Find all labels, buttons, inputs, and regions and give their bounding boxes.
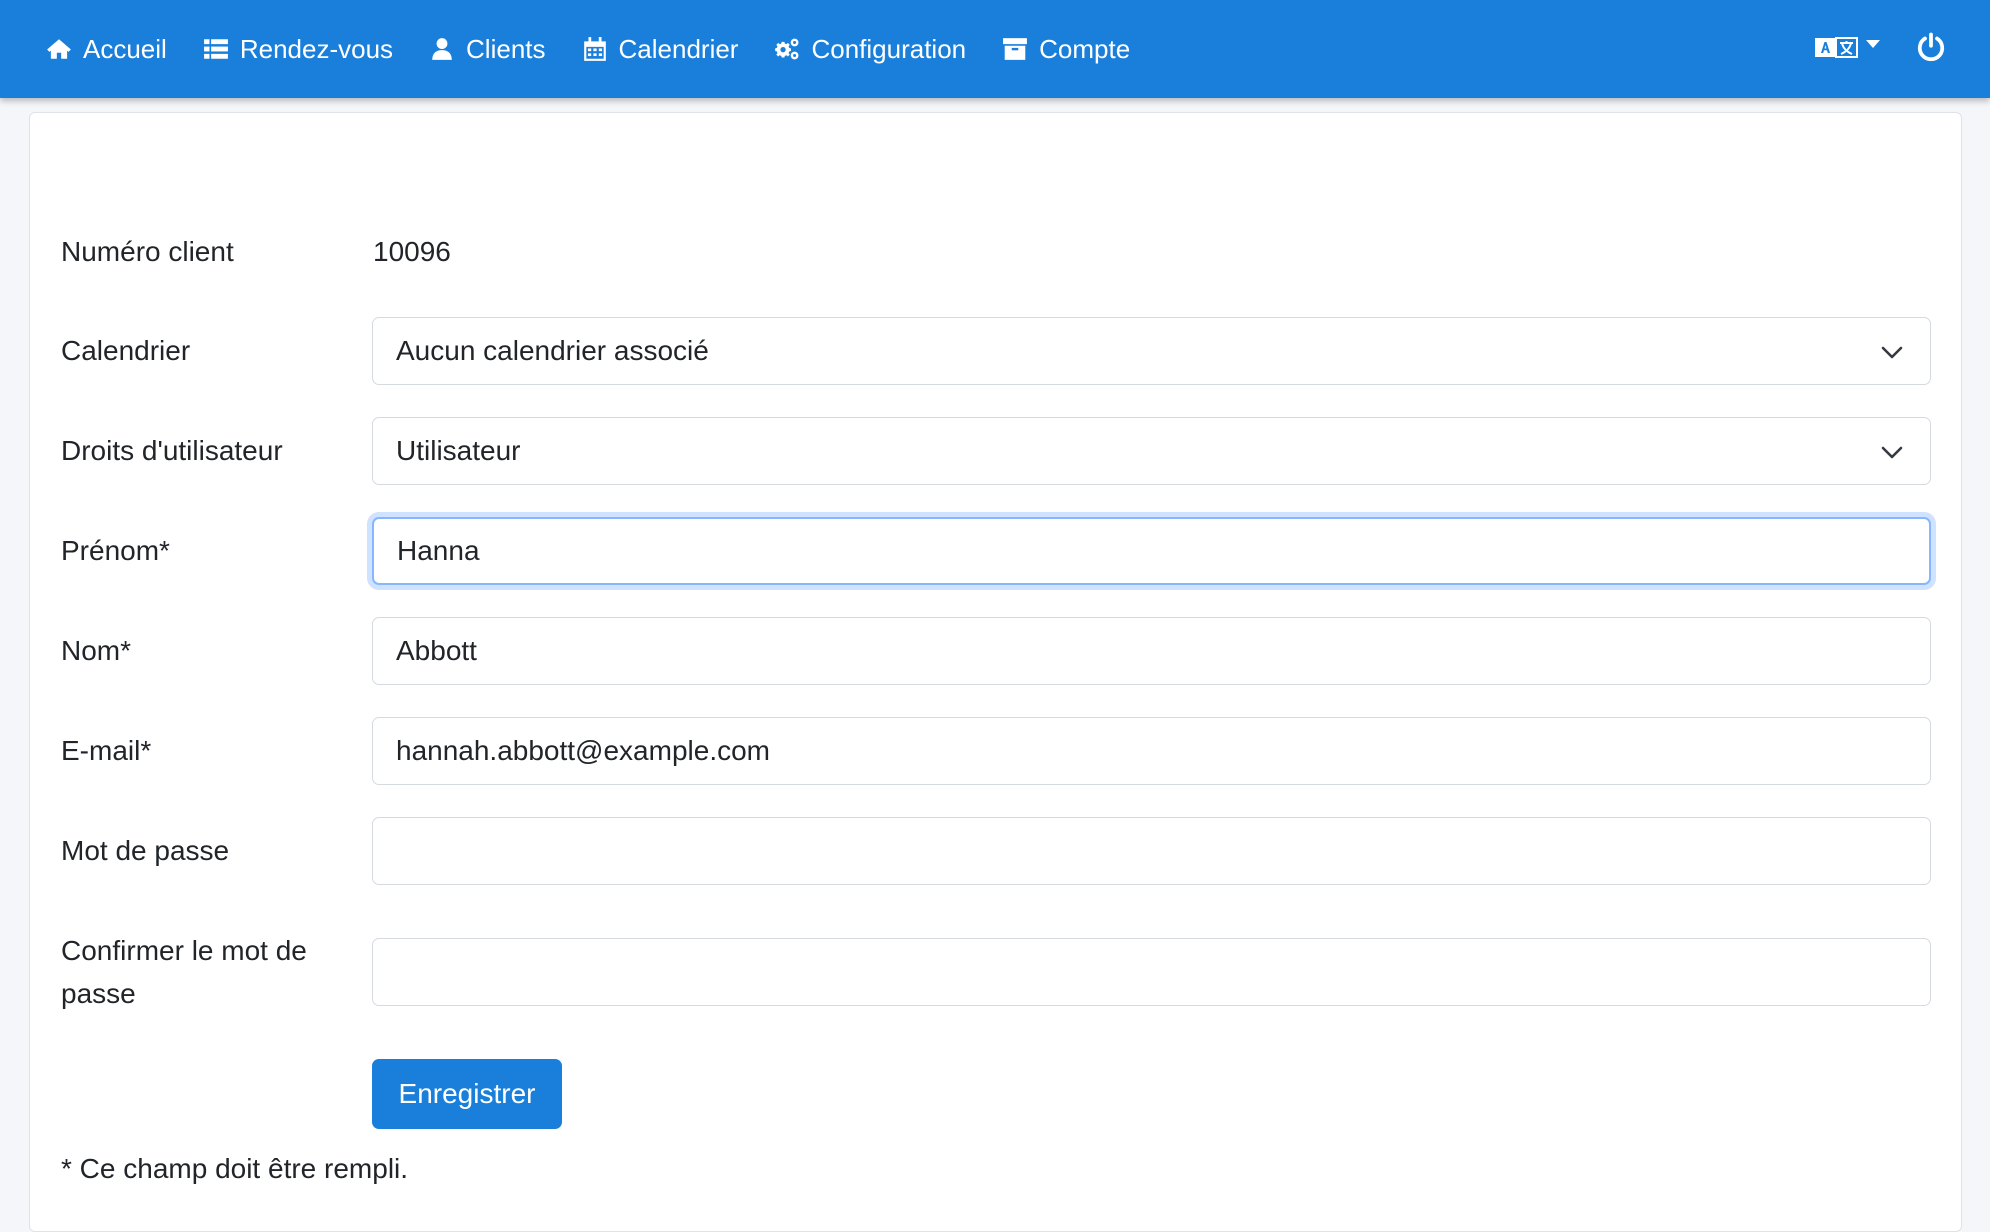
nav-right-actions (1814, 0, 1946, 98)
password-input[interactable] (372, 817, 1931, 885)
confirm-password-label-line1: Confirmer le mot de (61, 935, 307, 966)
nav-item-label: Accueil (83, 33, 167, 64)
nav-item-label: Configuration (811, 33, 967, 64)
chevron-down-icon (1880, 439, 1904, 463)
list-icon (201, 34, 231, 64)
nav-item-calendrier[interactable]: Calendrier (580, 33, 739, 65)
nav-item-compte[interactable]: Compte (1000, 34, 1130, 65)
calendar-select-value: Aucun calendrier associé (396, 335, 709, 366)
nav-menu: Accueil Rendez-vous Clients Calendrier C… (44, 0, 1164, 98)
calendar-icon (580, 34, 610, 64)
last-name-input-value: Abbott (396, 635, 477, 666)
nav-item-label: Clients (466, 33, 546, 64)
nav-item-label: Rendez-vous (239, 33, 394, 64)
last-name-label: Nom* (61, 635, 132, 666)
nav-item-label: Compte (1039, 33, 1131, 64)
save-button[interactable]: Enregistrer (372, 1059, 562, 1129)
home-icon (44, 34, 74, 64)
archive-icon (1000, 34, 1030, 64)
power-icon (1916, 32, 1946, 66)
calendar-select[interactable]: Aucun calendrier associé (372, 317, 1931, 385)
nav-item-configuration[interactable]: Configuration (772, 34, 966, 65)
calendar-label: Calendrier (61, 335, 191, 366)
first-name-label: Prénom* (61, 535, 170, 566)
nav-item-label: Calendrier (618, 33, 739, 64)
user-rights-select[interactable]: Utilisateur (372, 417, 1931, 485)
user-rights-label: Droits d'utilisateur (61, 435, 283, 466)
nav-item-clients[interactable]: Clients (427, 33, 546, 65)
first-name-input-value: Hanna (397, 535, 480, 566)
confirm-password-label-line2: passe (61, 978, 136, 1009)
confirm-password-input[interactable] (372, 938, 1931, 1006)
language-dropdown[interactable] (1814, 33, 1880, 66)
language-icon (1814, 33, 1858, 66)
logout-button[interactable] (1916, 32, 1946, 67)
chevron-down-icon (1866, 40, 1880, 48)
top-navbar: Accueil Rendez-vous Clients Calendrier C… (0, 0, 1990, 98)
cogs-icon (772, 34, 802, 64)
email-label: E-mail* (61, 735, 152, 766)
user-icon (427, 34, 457, 64)
client-number-value: 10096 (373, 236, 451, 267)
first-name-input[interactable]: Hanna (372, 517, 1931, 585)
nav-item-rendez-vous[interactable]: Rendez-vous (201, 34, 393, 65)
user-rights-select-value: Utilisateur (396, 435, 521, 466)
nav-item-accueil[interactable]: Accueil (44, 34, 167, 65)
client-number-label: Numéro client (61, 236, 234, 267)
last-name-input[interactable]: Abbott (372, 617, 1931, 685)
required-field-note: * Ce champ doit être rempli. (61, 1153, 409, 1184)
email-input[interactable]: hannah.abbott@example.com (372, 717, 1931, 785)
email-input-value: hannah.abbott@example.com (396, 735, 770, 766)
chevron-down-icon (1880, 339, 1904, 363)
password-label: Mot de passe (61, 835, 230, 866)
user-form-card: Numéro client 10096 Calendrier Aucun cal… (29, 112, 1962, 1232)
confirm-password-label: Confirmer le mot de passe (61, 929, 351, 1015)
